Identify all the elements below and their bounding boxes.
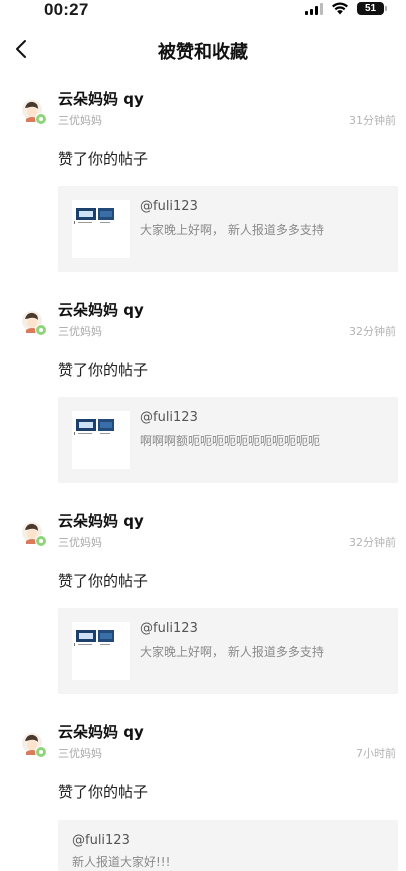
avatar-image (22, 311, 47, 336)
post-handle[interactable]: @fuli123 (140, 410, 198, 425)
signal-icon (305, 2, 323, 15)
post-thumbnail (72, 411, 130, 469)
avatar[interactable] (20, 309, 48, 337)
post-excerpt: 新人报道大家好!!! (72, 855, 171, 869)
timestamp: 7小时前 (356, 747, 396, 760)
post-image (74, 419, 114, 435)
user-name[interactable]: 云朵妈妈 qy (58, 510, 144, 531)
post-excerpt: 啊啊啊额呃呃呃呃呃呃呃呃呃呃呃 (140, 434, 321, 448)
post-card[interactable]: @fuli123 大家晚上好啊， 新人报道多多支持 (58, 608, 398, 694)
avatar-image (22, 100, 47, 125)
action-text: 赞了你的帖子 (58, 572, 149, 590)
post-card[interactable]: @fuli123 啊啊啊额呃呃呃呃呃呃呃呃呃呃呃 (58, 397, 398, 483)
post-handle[interactable]: @fuli123 (140, 621, 198, 636)
post-excerpt: 大家晚上好啊， 新人报道多多支持 (140, 223, 324, 237)
post-card[interactable]: @fuli123 新人报道大家好!!! (58, 820, 398, 871)
page-title: 被赞和收藏 (158, 42, 248, 63)
post-handle[interactable]: @fuli123 (72, 833, 130, 848)
post-image (74, 208, 114, 224)
user-tag: 三优妈妈 (58, 536, 102, 549)
status-bar: 00:27 51 (0, 0, 406, 22)
avatar[interactable] (20, 98, 48, 126)
timestamp: 32分钟前 (349, 325, 396, 338)
post-card[interactable]: @fuli123 大家晚上好啊， 新人报道多多支持 (58, 186, 398, 272)
user-tag: 三优妈妈 (58, 325, 102, 338)
status-icons: 51 (305, 2, 387, 15)
action-text: 赞了你的帖子 (58, 361, 149, 379)
user-name[interactable]: 云朵妈妈 qy (58, 299, 144, 320)
user-name[interactable]: 云朵妈妈 qy (58, 88, 144, 109)
post-image (74, 630, 114, 646)
post-thumbnail (72, 622, 130, 680)
action-text: 赞了你的帖子 (58, 150, 149, 168)
post-excerpt: 大家晚上好啊， 新人报道多多支持 (140, 645, 324, 659)
avatar[interactable] (20, 520, 48, 548)
wifi-icon (332, 2, 348, 15)
timestamp: 31分钟前 (349, 114, 396, 127)
user-name[interactable]: 云朵妈妈 qy (58, 721, 144, 742)
action-text: 赞了你的帖子 (58, 783, 149, 801)
user-tag: 三优妈妈 (58, 747, 102, 760)
post-handle[interactable]: @fuli123 (140, 199, 198, 214)
user-tag: 三优妈妈 (58, 114, 102, 127)
nav-bar: 被赞和收藏 (0, 30, 406, 70)
avatar-image (22, 522, 47, 547)
avatar-image (22, 733, 47, 758)
status-time: 00:27 (44, 0, 89, 19)
timestamp: 32分钟前 (349, 536, 396, 549)
post-thumbnail (72, 200, 130, 258)
avatar[interactable] (20, 731, 48, 759)
battery-icon: 51 (357, 2, 387, 15)
